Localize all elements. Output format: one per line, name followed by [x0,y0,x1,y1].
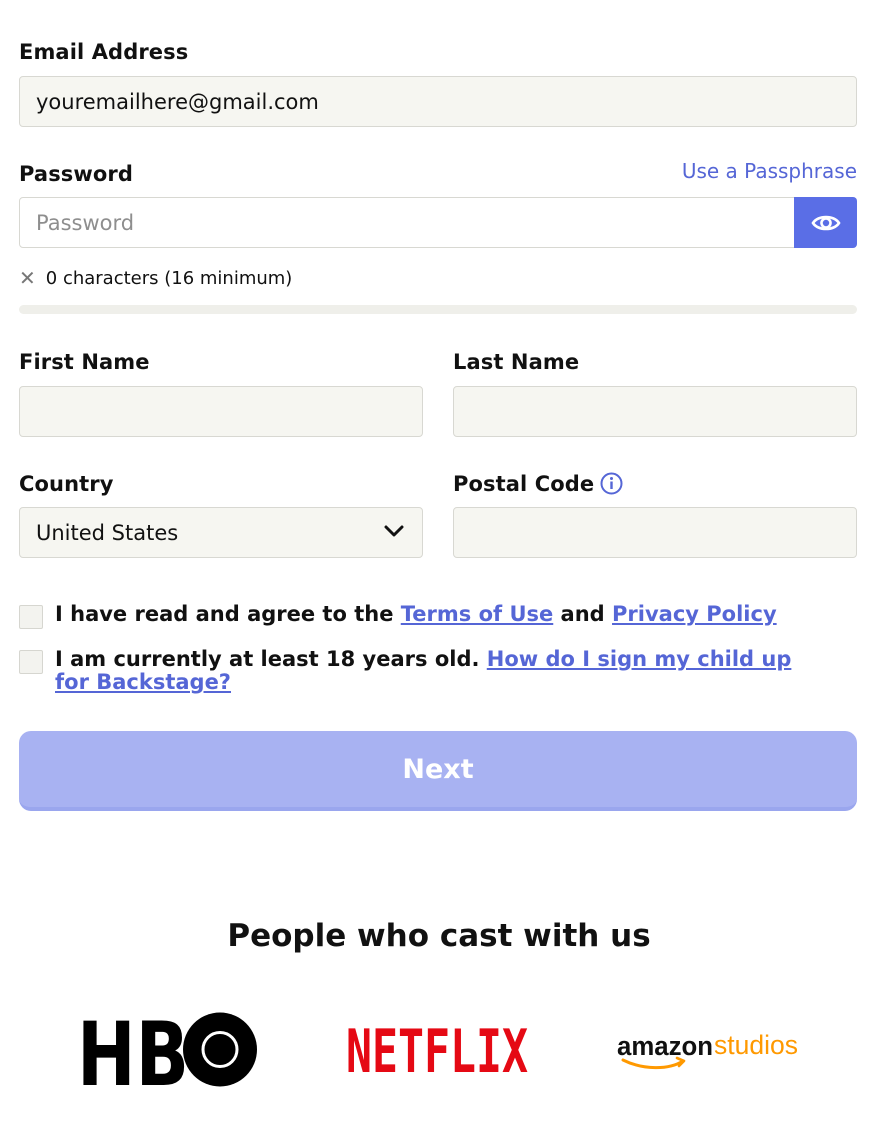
hbo-logo-text: HB [79,1012,189,1087]
netflix-logo: NETFLIX [346,1017,530,1087]
country-select[interactable]: United States [19,507,423,558]
postal-code-label: Postal Code [453,472,595,496]
email-value: youremailhere@gmail.com [36,89,319,114]
age-text-main: I am currently at least 18 years old. [55,647,487,671]
hbo-logo: HB [77,1003,259,1106]
info-icon[interactable] [600,472,623,495]
partners-title: People who cast with us [227,918,651,954]
first-name-label: First Name [19,350,150,374]
country-selected-value: United States [36,520,179,545]
email-input[interactable]: youremailhere@gmail.com [19,76,857,127]
password-strength-bar [19,305,857,314]
postal-code-input[interactable] [453,507,857,558]
password-hint: ✕ 0 characters (16 minimum) [19,266,292,290]
terms-of-use-link[interactable]: Terms of Use [401,602,554,626]
age-text: I am currently at least 18 years old. Ho… [55,648,815,694]
terms-text-before: I have read and agree to the [55,602,401,626]
last-name-label: Last Name [453,350,580,374]
age-checkbox[interactable] [19,650,43,674]
netflix-logo-text: NETFLIX [346,1020,528,1076]
country-label: Country [19,472,114,496]
privacy-policy-link[interactable]: Privacy Policy [612,602,777,626]
terms-checkbox[interactable] [19,605,43,629]
password-hint-text: 0 characters (16 minimum) [45,267,293,289]
terms-text-mid: and [553,602,613,626]
amazon-studios-logo: amazon studios [617,1028,801,1074]
age-row: I am currently at least 18 years old. Ho… [19,648,815,694]
amazon-logo-text: amazon [617,1031,713,1061]
terms-text: I have read and agree to the Terms of Us… [55,603,815,626]
password-input[interactable]: Password [19,197,795,248]
email-label: Email Address [19,40,189,64]
studios-logo-text: studios [714,1030,798,1060]
chevron-down-icon [384,525,404,537]
first-name-input[interactable] [19,386,423,437]
password-label: Password [19,162,134,186]
close-icon: ✕ [19,266,36,290]
eye-icon [810,215,841,230]
show-password-button[interactable] [794,197,857,248]
last-name-input[interactable] [453,386,857,437]
terms-row: I have read and agree to the Terms of Us… [19,603,815,629]
next-button[interactable]: Next [19,731,857,811]
password-placeholder: Password [36,210,135,235]
use-passphrase-link[interactable]: Use a Passphrase [682,159,857,183]
